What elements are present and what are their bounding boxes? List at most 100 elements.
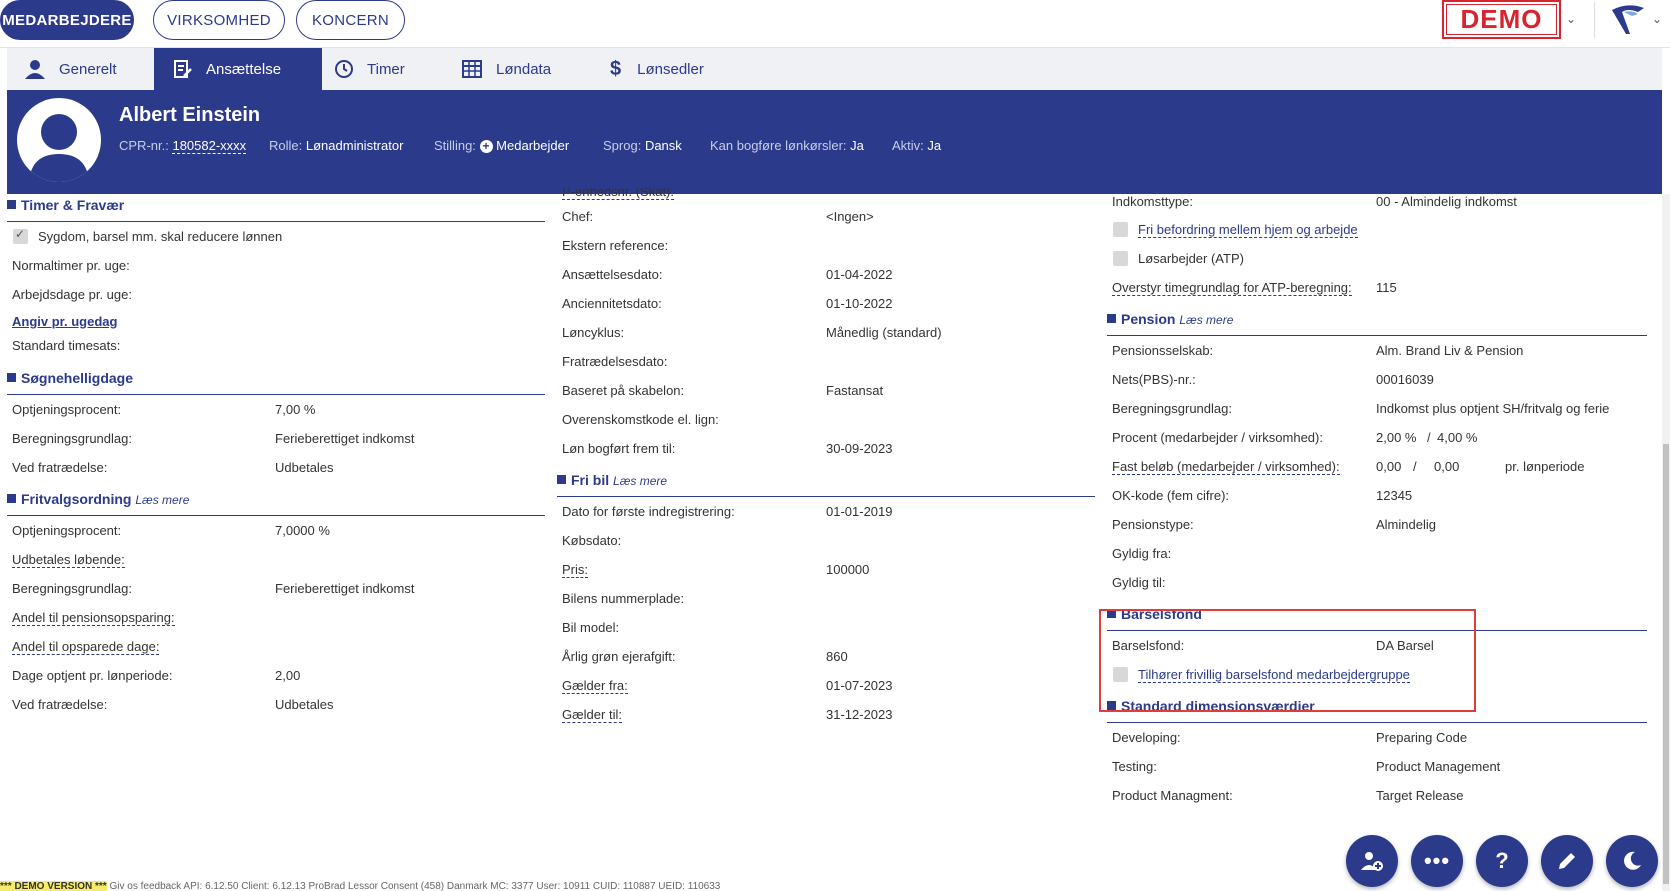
pension-row: Fast beløb (medarbejder / virksomhed): 0,… xyxy=(1112,458,1585,475)
footer-info: Giv os feedback API: 6.12.50 Client: 6.1… xyxy=(106,881,721,891)
employment-row: Anciennitetsdato: 01-10-2022 xyxy=(562,296,893,311)
tab-timer[interactable]: Timer xyxy=(335,48,455,90)
employment-row: Ansættelsesdato: 01-04-2022 xyxy=(562,267,893,282)
plus-circle-icon[interactable]: + xyxy=(479,140,493,153)
free-transport-row: Fri befordring mellem hjem og arbejde xyxy=(1107,215,1647,244)
clock-icon xyxy=(335,60,353,78)
add-user-icon xyxy=(1361,852,1383,871)
footer-bar: *** DEMO VERSION *** Giv os feedback API… xyxy=(0,881,1000,891)
casual-worker-checkbox[interactable] xyxy=(1113,251,1128,266)
tab-label: Ansættelse xyxy=(206,60,282,78)
weekday-link[interactable]: Angiv pr. ugedag xyxy=(12,314,117,329)
pension-row: Nets(PBS)-nr.: 00016039 xyxy=(1112,372,1434,387)
section-title-pension: Pension Læs mere xyxy=(1107,308,1647,336)
car-row: Bil model: xyxy=(562,620,620,635)
income-type-row: Indkomsttype: 00 - Almindelig indkomst xyxy=(1112,193,1517,209)
fritvalg-row: Optjeningsprocent: 7,0000 % xyxy=(12,523,330,538)
top-bar: MEDARBEJDERE VIRKSOMHED KONCERN DEMO ⌄ ⌄ xyxy=(0,0,1670,48)
pension-row: Gyldig til: xyxy=(1112,575,1166,590)
company-chevron-down-icon[interactable]: ⌄ xyxy=(1566,12,1576,26)
pension-row: Gyldig fra: xyxy=(1112,546,1172,561)
tab-label: Generelt xyxy=(59,60,117,78)
pension-row: OK-kode (fem cifre): 12345 xyxy=(1112,488,1413,503)
highlight-box xyxy=(1099,609,1476,712)
sick-checkbox[interactable] xyxy=(13,227,28,244)
app-logo-icon[interactable] xyxy=(1610,4,1646,41)
employment-row: Baseret på skabelon: Fastansat xyxy=(562,383,884,398)
user-icon xyxy=(25,60,45,79)
fritvalg-row: Andel til opsparede dage: xyxy=(12,638,160,655)
car-row: Pris: 100000 xyxy=(562,561,870,578)
fritvalg-row: Beregningsgrundlag: Ferieberettiget indko… xyxy=(12,581,415,596)
sick-row: Sygdom, barsel mm. skal reducere lønnen xyxy=(7,222,545,251)
car-row: Gælder til: 31-12-2023 xyxy=(562,706,893,723)
sh-row: Beregningsgrundlag: Ferieberettiget indko… xyxy=(12,431,415,446)
employment-row: Ekstern reference: xyxy=(562,238,669,253)
active-field: Aktiv: Ja xyxy=(892,138,942,153)
employment-row: Løn bogført frem til: 30-09-2023 xyxy=(562,441,893,456)
person-silhouette-icon xyxy=(29,114,89,182)
position-field: Stilling: + Medarbejder xyxy=(434,138,570,153)
p-unit-row: P-enhedsnr. (Skat): xyxy=(557,188,1095,200)
section-title-timer: Timer & Fravær xyxy=(7,194,545,222)
free-transport-checkbox[interactable] xyxy=(1113,222,1128,237)
dollar-icon: $ xyxy=(610,57,622,80)
sh-row: Optjeningsprocent: 7,00 % xyxy=(12,402,316,417)
add-user-button[interactable] xyxy=(1346,835,1398,887)
employment-row: Overenskomstkode el. lign: xyxy=(562,412,719,427)
edit-button[interactable] xyxy=(1541,835,1593,887)
employment-row: Løncyklus: Månedlig (standard) xyxy=(562,325,942,340)
tab-loensedler[interactable]: $ Lønsedler xyxy=(610,48,750,90)
std-rate-row: Standard timesats: xyxy=(12,337,121,353)
more-button[interactable]: ••• xyxy=(1411,835,1463,887)
employee-name: Albert Einstein xyxy=(119,104,261,126)
tab-ansaettelse[interactable]: Ansættelse xyxy=(154,48,322,90)
atp-row: Overstyr timegrundlag for ATP-beregning:… xyxy=(1112,279,1397,296)
employment-row: Chef: <Ingen> xyxy=(562,209,874,224)
logo-chevron-down-icon[interactable]: ⌄ xyxy=(1652,12,1662,26)
divider xyxy=(1594,2,1595,38)
ellipsis-icon: ••• xyxy=(1423,848,1451,873)
car-row: Købsdato: xyxy=(562,533,622,548)
column-2: P-enhedsnr. (Skat): Chef: <Ingen> Ekstern… xyxy=(557,188,1095,729)
cpr-value[interactable]: 180582-xxxx xyxy=(172,138,247,154)
dimension-row: Product Managment: Target Release xyxy=(1112,788,1464,803)
section-title-sh: Søgnehelligdage xyxy=(7,367,545,395)
fritvalg-row: Ved fratrædelse: Udbetales xyxy=(12,697,334,712)
section-title-car: Fri bil Læs mere xyxy=(557,469,1095,497)
tab-generelt[interactable]: Generelt xyxy=(25,48,161,90)
tab-label: Lønsedler xyxy=(637,60,704,78)
fritvalg-row: Andel til pensionsopsparing: xyxy=(12,609,175,626)
weekday-link-row: Angiv pr. ugedag xyxy=(7,309,545,333)
moon-icon xyxy=(1624,851,1641,870)
avatar[interactable] xyxy=(17,98,101,182)
read-more-link[interactable]: Læs mere xyxy=(1179,313,1233,327)
tab-label: Løndata xyxy=(496,60,552,78)
read-more-link[interactable]: Læs mere xyxy=(135,493,189,507)
scrollbar-thumb[interactable] xyxy=(1663,444,1669,884)
car-row: Årlig grøn ejerafgift: 860 xyxy=(562,649,848,664)
tab-bar: Generelt Ansættelse Timer Løndata $ Løns… xyxy=(7,48,1662,90)
help-button[interactable]: ? xyxy=(1476,835,1528,887)
cpr-field: CPR-nr.: 180582-xxxx xyxy=(119,138,247,154)
employee-header: Albert Einstein CPR-nr.: 180582-xxxx Rol… xyxy=(7,90,1662,194)
pencil-icon xyxy=(1559,853,1575,869)
nav-medarbejdere[interactable]: MEDARBEJDERE xyxy=(0,0,134,40)
demo-badge[interactable]: DEMO xyxy=(1442,0,1561,39)
question-icon: ? xyxy=(1495,848,1509,873)
pension-row: Pensionstype: Almindelig xyxy=(1112,517,1436,532)
section-title-fritvalg: Fritvalgsordning Læs mere xyxy=(7,488,545,516)
nav-virksomhed[interactable]: VIRKSOMHED xyxy=(153,0,285,40)
car-row: Bilens nummerplade: xyxy=(562,591,685,606)
nav-koncern[interactable]: KONCERN xyxy=(296,0,405,40)
car-row: Dato for første indregistrering: 01-01-20… xyxy=(562,504,893,519)
pension-row: Procent (medarbejder / virksomhed): 2,00 … xyxy=(1112,430,1478,445)
column-1: Timer & Fravær Sygdom, barsel mm. skal r… xyxy=(7,194,545,719)
bookkeep-field: Kan bogføre lønkørsler: Ja xyxy=(710,138,864,153)
read-more-link[interactable]: Læs mere xyxy=(613,474,667,488)
dark-mode-button[interactable] xyxy=(1606,835,1658,887)
tab-loendata[interactable]: Løndata xyxy=(462,48,592,90)
dimension-row: Developing: Preparing Code xyxy=(1112,730,1468,745)
scrollbar[interactable] xyxy=(1662,194,1670,891)
pension-row: Pensionsselskab: Alm. Brand Liv & Pension xyxy=(1112,343,1524,358)
